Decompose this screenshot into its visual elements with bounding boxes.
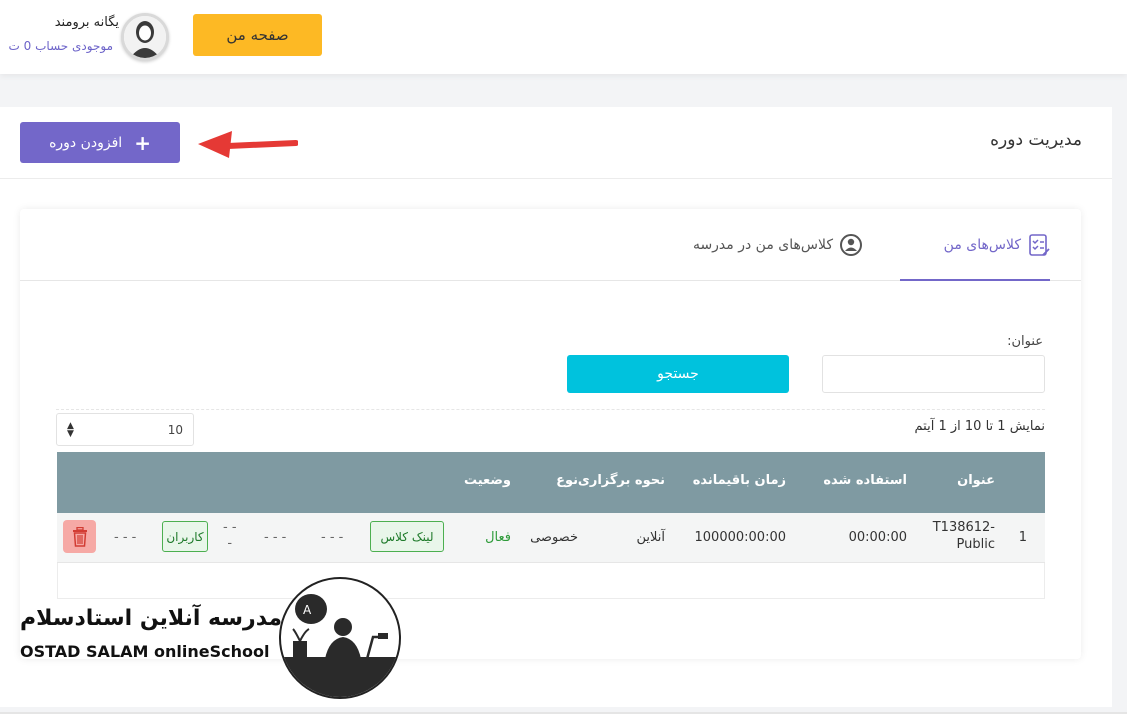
page-size-value: 10 <box>167 422 183 437</box>
users-button[interactable]: کاربران <box>162 521 208 552</box>
row-used-time: 00:00:00 <box>848 530 907 545</box>
title-filter-input[interactable] <box>822 355 1045 393</box>
row-dash-3-line2: - <box>227 536 233 551</box>
row-title: T138612- Public <box>933 519 995 553</box>
logo-name-en: OSTAD SALAM onlineSchool <box>20 642 270 661</box>
row-dash-4: - - - <box>114 530 137 545</box>
title-filter-label: عنوان: <box>1007 334 1043 349</box>
tab-my-classes[interactable]: کلاس‌های من <box>944 229 1051 261</box>
table-row: 1 T138612- Public 00:00:00 100000:00:00 … <box>57 513 1045 563</box>
page-title: مدیریت دوره <box>990 130 1082 150</box>
user-circle-icon <box>840 234 862 256</box>
checklist-icon <box>1029 234 1050 256</box>
school-logo-icon: A <box>281 594 399 697</box>
row-status: فعال <box>485 530 511 545</box>
plus-icon: + <box>134 130 151 155</box>
row-title-line1: T138612- <box>932 520 995 535</box>
search-button[interactable]: جستجو <box>567 355 789 393</box>
logo-name-fa: مدرسه آنلاین استادسلام <box>20 606 283 631</box>
class-link-button[interactable]: لینک کلاس <box>370 521 444 552</box>
table-header: عنوان استفاده شده زمان باقیمانده نحوه بر… <box>57 452 1045 513</box>
red-arrow-icon <box>198 131 298 158</box>
delete-button[interactable] <box>63 520 96 553</box>
my-page-button[interactable]: صفحه من <box>193 14 322 56</box>
page-size-select[interactable]: ▲ ▼ 10 <box>56 413 194 446</box>
column-header-remaining[interactable]: زمان باقیمانده <box>693 473 786 488</box>
sort-arrows-icon: ▲ ▼ <box>67 420 74 439</box>
row-index: 1 <box>1018 530 1027 545</box>
tab-my-classes-in-school-label: کلاس‌های من در مدرسه <box>692 237 833 253</box>
tab-my-classes-in-school[interactable]: کلاس‌های من در مدرسه <box>693 229 863 261</box>
column-header-title[interactable]: عنوان <box>957 473 995 488</box>
column-header-status[interactable]: وضعیت <box>464 473 511 488</box>
row-remaining-time: 100000:00:00 <box>694 530 786 545</box>
column-header-delivery[interactable]: نحوه برگزاری <box>578 473 665 488</box>
column-header-type[interactable]: نوع <box>556 473 578 488</box>
add-course-button[interactable]: + افزودن دوره <box>20 122 180 163</box>
row-type: خصوصی <box>530 530 578 545</box>
user-avatar[interactable] <box>121 13 169 61</box>
logo-emblem: A <box>279 577 401 699</box>
page-header: مدیریت دوره + افزودن دوره <box>0 107 1112 179</box>
column-header-used[interactable]: استفاده شده <box>823 473 907 488</box>
avatar-person-icon <box>124 16 166 58</box>
user-name: یگانه برومند <box>54 15 119 30</box>
row-delivery: آنلاین <box>636 530 665 545</box>
tab-my-classes-label: کلاس‌های من <box>943 237 1021 253</box>
row-dash-3: - - - <box>223 520 237 552</box>
svg-text:A: A <box>303 603 312 617</box>
row-dash-1: - - - <box>321 530 344 545</box>
active-tab-indicator <box>900 279 1050 281</box>
table-empty-row <box>57 563 1045 599</box>
divider <box>56 409 1045 410</box>
row-dash-3-line1: - - <box>223 520 237 535</box>
pagination-info: نمایش 1 تا 10 از 1 آیتم <box>914 419 1045 434</box>
trash-icon <box>72 526 87 547</box>
tabs-bar: کلاس‌های من کلاس‌های من در مدرسه <box>20 209 1081 281</box>
row-dash-2: - - - <box>264 530 287 545</box>
account-balance[interactable]: موجودی حساب 0 ت <box>9 39 113 53</box>
top-bar: صفحه من یگانه برومند موجودی حساب 0 ت <box>0 0 1127 74</box>
classes-card: کلاس‌های من کلاس‌های من در مدرسه عنوان: … <box>20 209 1081 659</box>
add-course-label: افزودن دوره <box>49 134 123 151</box>
row-title-line2: Public <box>956 537 995 552</box>
